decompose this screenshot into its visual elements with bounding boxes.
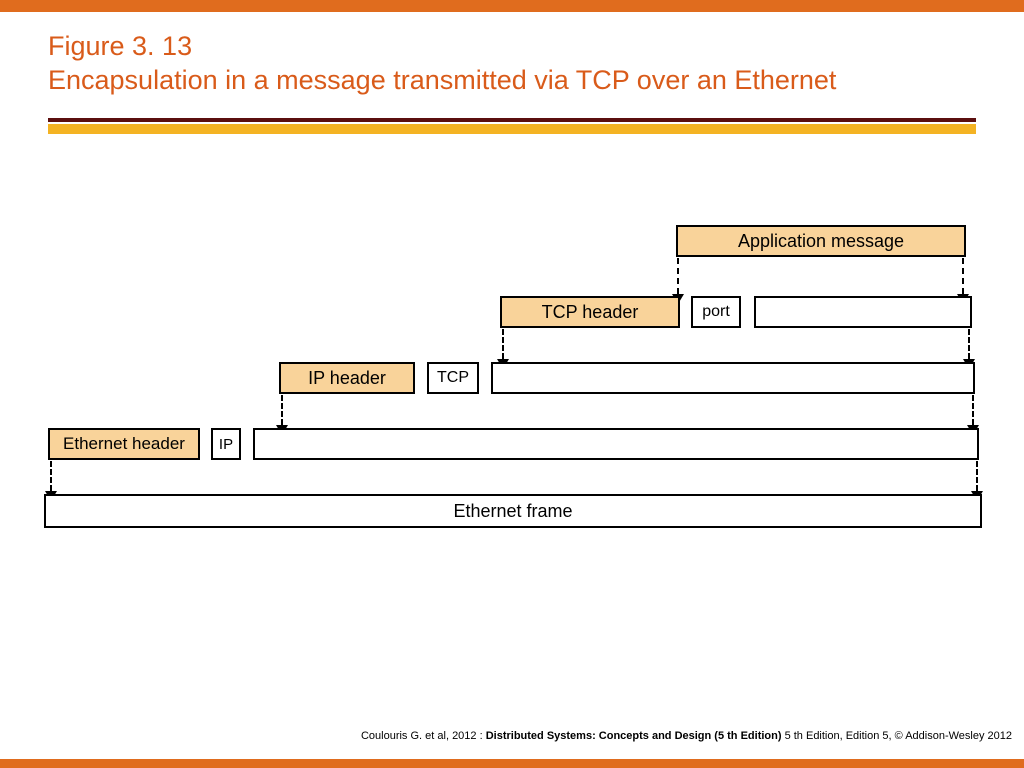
footer-suffix: 5 th Edition, Edition 5, © Addison-Wesle…: [782, 730, 1012, 742]
encapsulation-diagram: Application message TCP header port IP h…: [0, 0, 1024, 768]
tcp-tag-box: TCP: [427, 362, 479, 394]
footer-prefix: Coulouris G. et al, 2012 :: [361, 730, 486, 742]
footer-bold: Distributed Systems: Concepts and Design…: [486, 730, 782, 742]
ip-payload-box: [491, 362, 975, 394]
ip-tag-label: IP: [219, 436, 233, 453]
tcp-header-box: TCP header: [500, 296, 680, 328]
ethernet-payload-box: [253, 428, 979, 460]
ip-header-box: IP header: [279, 362, 415, 394]
application-message-label: Application message: [738, 231, 904, 252]
ethernet-header-box: Ethernet header: [48, 428, 200, 460]
tcp-header-label: TCP header: [542, 302, 639, 323]
tcp-tag-label: TCP: [437, 369, 469, 387]
ethernet-frame-box: Ethernet frame: [44, 494, 982, 528]
ip-tag-box: IP: [211, 428, 241, 460]
port-box: port: [691, 296, 741, 328]
ethernet-header-label: Ethernet header: [63, 434, 185, 454]
port-label: port: [702, 303, 730, 321]
bottom-accent-bar: [0, 759, 1024, 768]
ip-header-label: IP header: [308, 368, 386, 389]
application-message-box: Application message: [676, 225, 966, 257]
ethernet-frame-label: Ethernet frame: [453, 501, 572, 522]
tcp-payload-box: [754, 296, 972, 328]
footer-citation: Coulouris G. et al, 2012 : Distributed S…: [0, 730, 1024, 742]
